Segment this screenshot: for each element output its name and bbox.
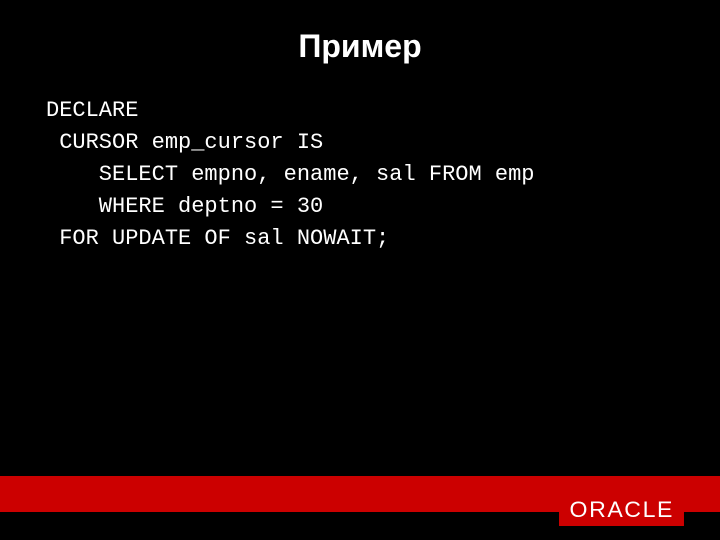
code-line: DECLARE: [46, 98, 138, 123]
code-line: FOR UPDATE OF sal NOWAIT;: [46, 226, 389, 251]
code-example: DECLARE CURSOR emp_cursor IS SELECT empn…: [0, 65, 720, 254]
code-line: CURSOR emp_cursor IS: [46, 130, 323, 155]
slide-title: Пример: [0, 0, 720, 65]
code-line: SELECT empno, ename, sal FROM emp: [46, 162, 534, 187]
oracle-logo: ORACLE: [559, 494, 684, 526]
code-line: WHERE deptno = 30: [46, 194, 323, 219]
